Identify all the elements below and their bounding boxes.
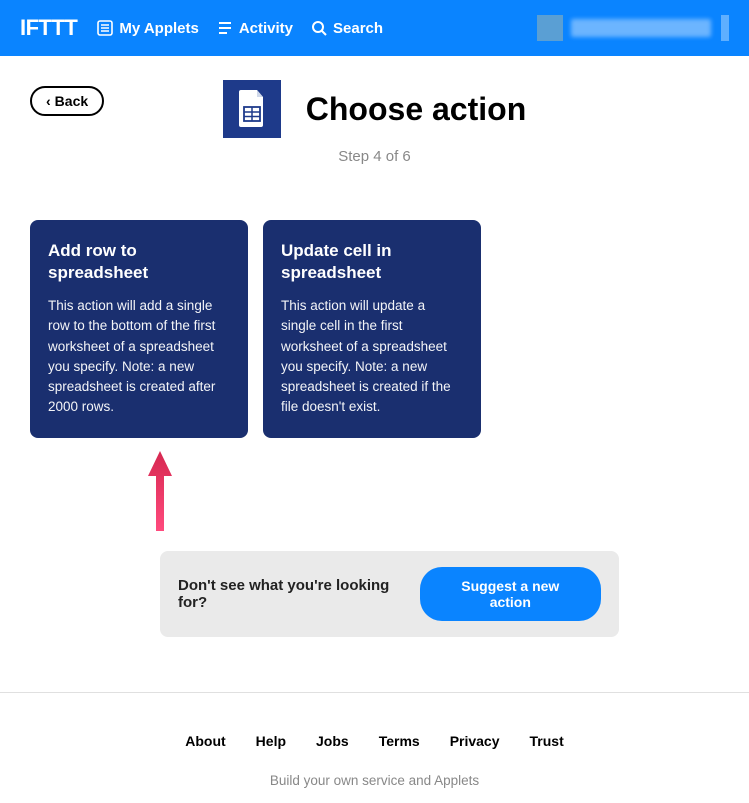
applets-icon	[97, 20, 113, 36]
footer-tagline: Build your own service and Applets	[0, 773, 749, 788]
activity-icon	[217, 20, 233, 36]
step-indicator: Step 4 of 6	[30, 148, 719, 165]
card-title: Add row to spreadsheet	[48, 240, 230, 284]
back-label: Back	[55, 93, 88, 109]
username-redacted	[571, 19, 711, 37]
card-title: Update cell in spreadsheet	[281, 240, 463, 284]
footer-link-about[interactable]: About	[185, 733, 225, 749]
footer-link-terms[interactable]: Terms	[379, 733, 420, 749]
card-update-cell[interactable]: Update cell in spreadsheet This action w…	[263, 220, 481, 438]
logo[interactable]: IFTTT	[20, 15, 77, 41]
footer-links: About Help Jobs Terms Privacy Trust	[0, 733, 749, 749]
suggest-text: Don't see what you're looking for?	[178, 577, 420, 611]
nav-label: My Applets	[119, 20, 198, 37]
service-icon	[223, 80, 281, 138]
footer-link-jobs[interactable]: Jobs	[316, 733, 349, 749]
chevron-left-icon: ‹	[46, 93, 51, 109]
top-nav: IFTTT My Applets Activity Search	[0, 0, 749, 56]
nav-my-applets[interactable]: My Applets	[97, 20, 198, 37]
nav-search[interactable]: Search	[311, 20, 383, 37]
page-title: Choose action	[306, 91, 526, 128]
card-description: This action will add a single row to the…	[48, 296, 230, 418]
search-icon	[311, 20, 327, 36]
suggest-bar: Don't see what you're looking for? Sugge…	[160, 551, 619, 637]
nav-label: Activity	[239, 20, 293, 37]
action-cards: Add row to spreadsheet This action will …	[30, 220, 719, 438]
card-description: This action will update a single cell in…	[281, 296, 463, 418]
suggest-button[interactable]: Suggest a new action	[420, 567, 601, 621]
back-button[interactable]: ‹ Back	[30, 86, 104, 116]
avatar	[537, 15, 563, 41]
annotation-arrow	[140, 446, 180, 536]
card-add-row[interactable]: Add row to spreadsheet This action will …	[30, 220, 248, 438]
nav-activity[interactable]: Activity	[217, 20, 293, 37]
user-menu-chevron	[721, 15, 729, 41]
footer: About Help Jobs Terms Privacy Trust Buil…	[0, 693, 749, 803]
footer-link-privacy[interactable]: Privacy	[450, 733, 500, 749]
footer-link-trust[interactable]: Trust	[530, 733, 564, 749]
page-header: Choose action	[30, 80, 719, 138]
nav-label: Search	[333, 20, 383, 37]
user-menu[interactable]	[537, 15, 729, 41]
footer-link-help[interactable]: Help	[256, 733, 286, 749]
